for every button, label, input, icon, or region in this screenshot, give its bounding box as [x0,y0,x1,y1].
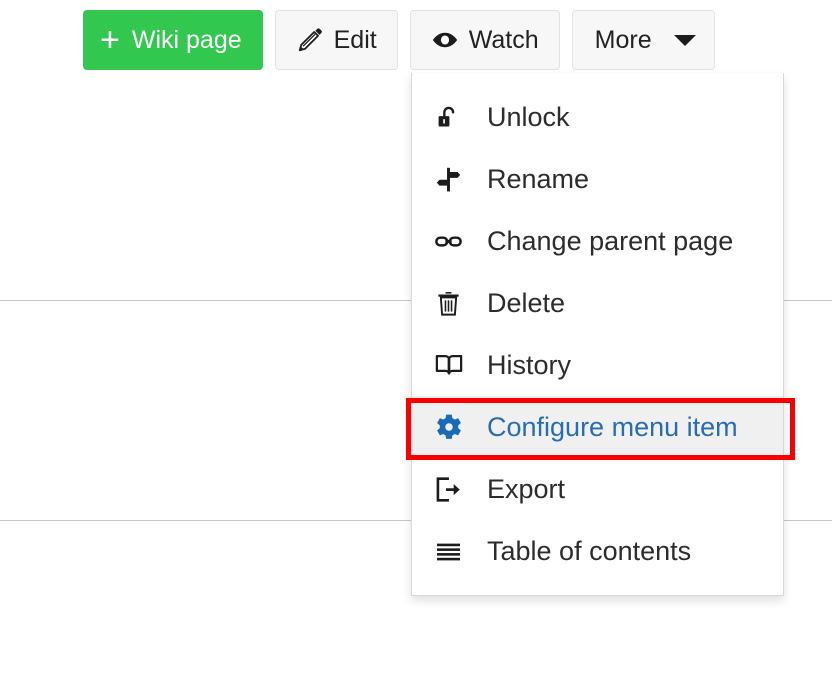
edit-button[interactable]: Edit [275,10,398,70]
gear-icon [435,413,471,441]
pencil-icon [296,26,324,54]
chevron-down-icon [674,35,696,46]
more-button[interactable]: More [572,10,715,70]
menu-item-change-parent-page[interactable]: Change parent page [412,210,783,272]
menu-item-history[interactable]: History [412,334,783,396]
list-lines-icon [435,538,471,565]
menu-item-label: Table of contents [487,536,691,567]
trash-icon [435,290,471,317]
menu-item-label: History [487,350,571,381]
plus-icon: + [100,30,120,50]
signpost-icon [435,166,471,193]
more-button-label: More [595,28,652,53]
menu-item-rename[interactable]: Rename [412,148,783,210]
eye-icon [431,26,459,54]
menu-item-table-of-contents[interactable]: Table of contents [412,520,783,582]
new-wiki-page-button-label: Wiki page [132,28,242,53]
menu-item-label: Configure menu item [487,412,738,443]
more-dropdown-menu: Unlock Rename Change parent page [411,73,784,596]
new-wiki-page-button[interactable]: + Wiki page [83,10,263,70]
menu-item-label: Unlock [487,102,570,133]
menu-item-label: Change parent page [487,226,733,257]
menu-item-label: Export [487,474,565,505]
book-icon [435,351,471,379]
menu-item-configure-menu-item[interactable]: Configure menu item [412,396,783,458]
unlock-icon [435,104,471,131]
menu-item-label: Delete [487,288,565,319]
menu-item-delete[interactable]: Delete [412,272,783,334]
menu-item-label: Rename [487,164,589,195]
watch-button[interactable]: Watch [410,10,560,70]
link-icon [435,228,471,255]
menu-item-unlock[interactable]: Unlock [412,86,783,148]
page-action-toolbar: + Wiki page Edit Watch More [83,10,715,70]
watch-button-label: Watch [469,28,539,53]
export-icon [435,476,471,503]
menu-item-export[interactable]: Export [412,458,783,520]
edit-button-label: Edit [334,28,377,53]
